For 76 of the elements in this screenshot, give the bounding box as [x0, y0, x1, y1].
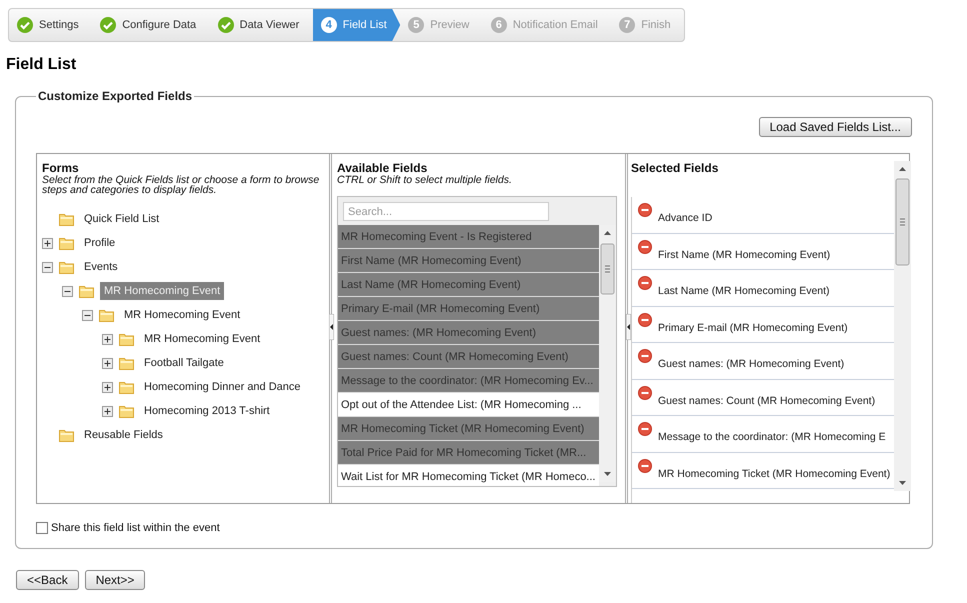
- tree-item[interactable]: Homecoming Dinner and Dance: [140, 378, 305, 396]
- folder-icon: [99, 308, 114, 322]
- collapse-handle-icon[interactable]: [626, 314, 631, 340]
- collapse-toggle-icon[interactable]: [42, 262, 53, 272]
- selected-field-label: Guest names: (MR Homecoming Event): [658, 358, 844, 370]
- selected-field-label: MR Homecoming Ticket (MR Homecoming Event): [658, 468, 890, 480]
- step-label: Settings: [39, 19, 79, 31]
- tree-item[interactable]: Profile: [80, 234, 120, 252]
- load-button[interactable]: Load Saved Fields List...: [758, 117, 912, 137]
- folder-icon: [59, 236, 74, 250]
- folder-icon: [119, 332, 134, 346]
- selected-field-label: Last Name (MR Homecoming Event): [658, 285, 830, 297]
- search-field[interactable]: Search...: [343, 202, 549, 221]
- tree-item[interactable]: Events: [80, 258, 122, 276]
- folder-icon: [59, 260, 74, 274]
- panel-hint: Select from the Quick Fields list or choose a form to browse steps and categories to display fields.: [42, 175, 320, 195]
- checkbox-label: Share this field list within the event: [51, 522, 220, 534]
- remove-icon[interactable]: [638, 312, 652, 326]
- folder-icon: [119, 404, 134, 418]
- step-label: Notification Email: [512, 19, 598, 31]
- wizard-step[interactable]: Settings: [9, 9, 92, 41]
- collapse-toggle-icon[interactable]: [82, 310, 93, 320]
- panel-hint: CTRL or Shift to select multiple fields.: [337, 175, 512, 185]
- tree-item[interactable]: MR Homecoming Event: [120, 306, 244, 324]
- page-title: Field List: [6, 56, 78, 74]
- nav-button[interactable]: <<Back: [16, 570, 79, 590]
- step-label: Field List: [342, 19, 387, 31]
- tree-item[interactable]: Football Tailgate: [140, 354, 228, 372]
- folder-icon: [59, 212, 74, 226]
- nav-button[interactable]: Next>>: [84, 570, 146, 590]
- remove-icon[interactable]: [638, 203, 652, 217]
- selected-field-label: Primary E-mail (MR Homecoming Event): [658, 322, 848, 334]
- remove-icon[interactable]: [638, 349, 652, 363]
- remove-icon[interactable]: [638, 386, 652, 400]
- selected-field-label: Message to the coordinator: (MR Homecoming E: [658, 431, 886, 443]
- step-label: Configure Data: [122, 19, 196, 31]
- wizard-step[interactable]: Configure Data: [92, 9, 210, 41]
- expand-toggle-icon[interactable]: [102, 334, 113, 344]
- folder-icon: [79, 284, 94, 298]
- panel-title: Available Fields: [337, 161, 428, 175]
- remove-icon[interactable]: [638, 458, 652, 472]
- wizard-step[interactable]: Data Viewer: [210, 9, 313, 41]
- expand-toggle-icon[interactable]: [102, 406, 113, 416]
- selected-field-label: First Name (MR Homecoming Event): [658, 248, 830, 260]
- check-icon: [218, 17, 234, 33]
- folder-icon: [59, 428, 74, 442]
- check-icon: [100, 17, 116, 33]
- panel-title: Selected Fields: [631, 161, 718, 175]
- tree-item[interactable]: Homecoming 2013 T-shirt: [140, 402, 274, 420]
- step-number: 6: [490, 17, 507, 33]
- step-number: 7: [619, 17, 636, 33]
- remove-icon[interactable]: [638, 240, 652, 254]
- step-number: 5: [408, 17, 424, 33]
- step-label: Preview: [430, 19, 470, 31]
- share-checkbox[interactable]: [36, 522, 48, 534]
- fieldset-legend: Customize Exported Fields: [36, 89, 194, 103]
- remove-icon[interactable]: [638, 276, 652, 290]
- tree-item[interactable]: Reusable Fields: [80, 426, 167, 444]
- tree-item[interactable]: MR Homecoming Event: [140, 330, 264, 348]
- scrollbar[interactable]: [894, 161, 911, 491]
- expand-toggle-icon[interactable]: [102, 382, 113, 392]
- step-label: Finish: [641, 19, 671, 31]
- step-label: Data Viewer: [240, 19, 300, 31]
- expand-toggle-icon[interactable]: [102, 358, 113, 368]
- remove-icon[interactable]: [638, 422, 652, 436]
- collapse-toggle-icon[interactable]: [62, 286, 73, 296]
- folder-icon: [119, 356, 134, 370]
- panel-title: Forms: [42, 161, 79, 175]
- selected-field-label: Advance ID: [658, 212, 712, 224]
- tree-item[interactable]: Quick Field List: [80, 210, 164, 228]
- step-number: 4: [320, 17, 337, 33]
- folder-icon: [119, 380, 134, 394]
- expand-toggle-icon[interactable]: [42, 238, 53, 248]
- collapse-handle-icon[interactable]: [329, 314, 334, 340]
- selected-field-label: Guest names: Count (MR Homecoming Event): [658, 394, 876, 406]
- check-icon: [17, 17, 33, 33]
